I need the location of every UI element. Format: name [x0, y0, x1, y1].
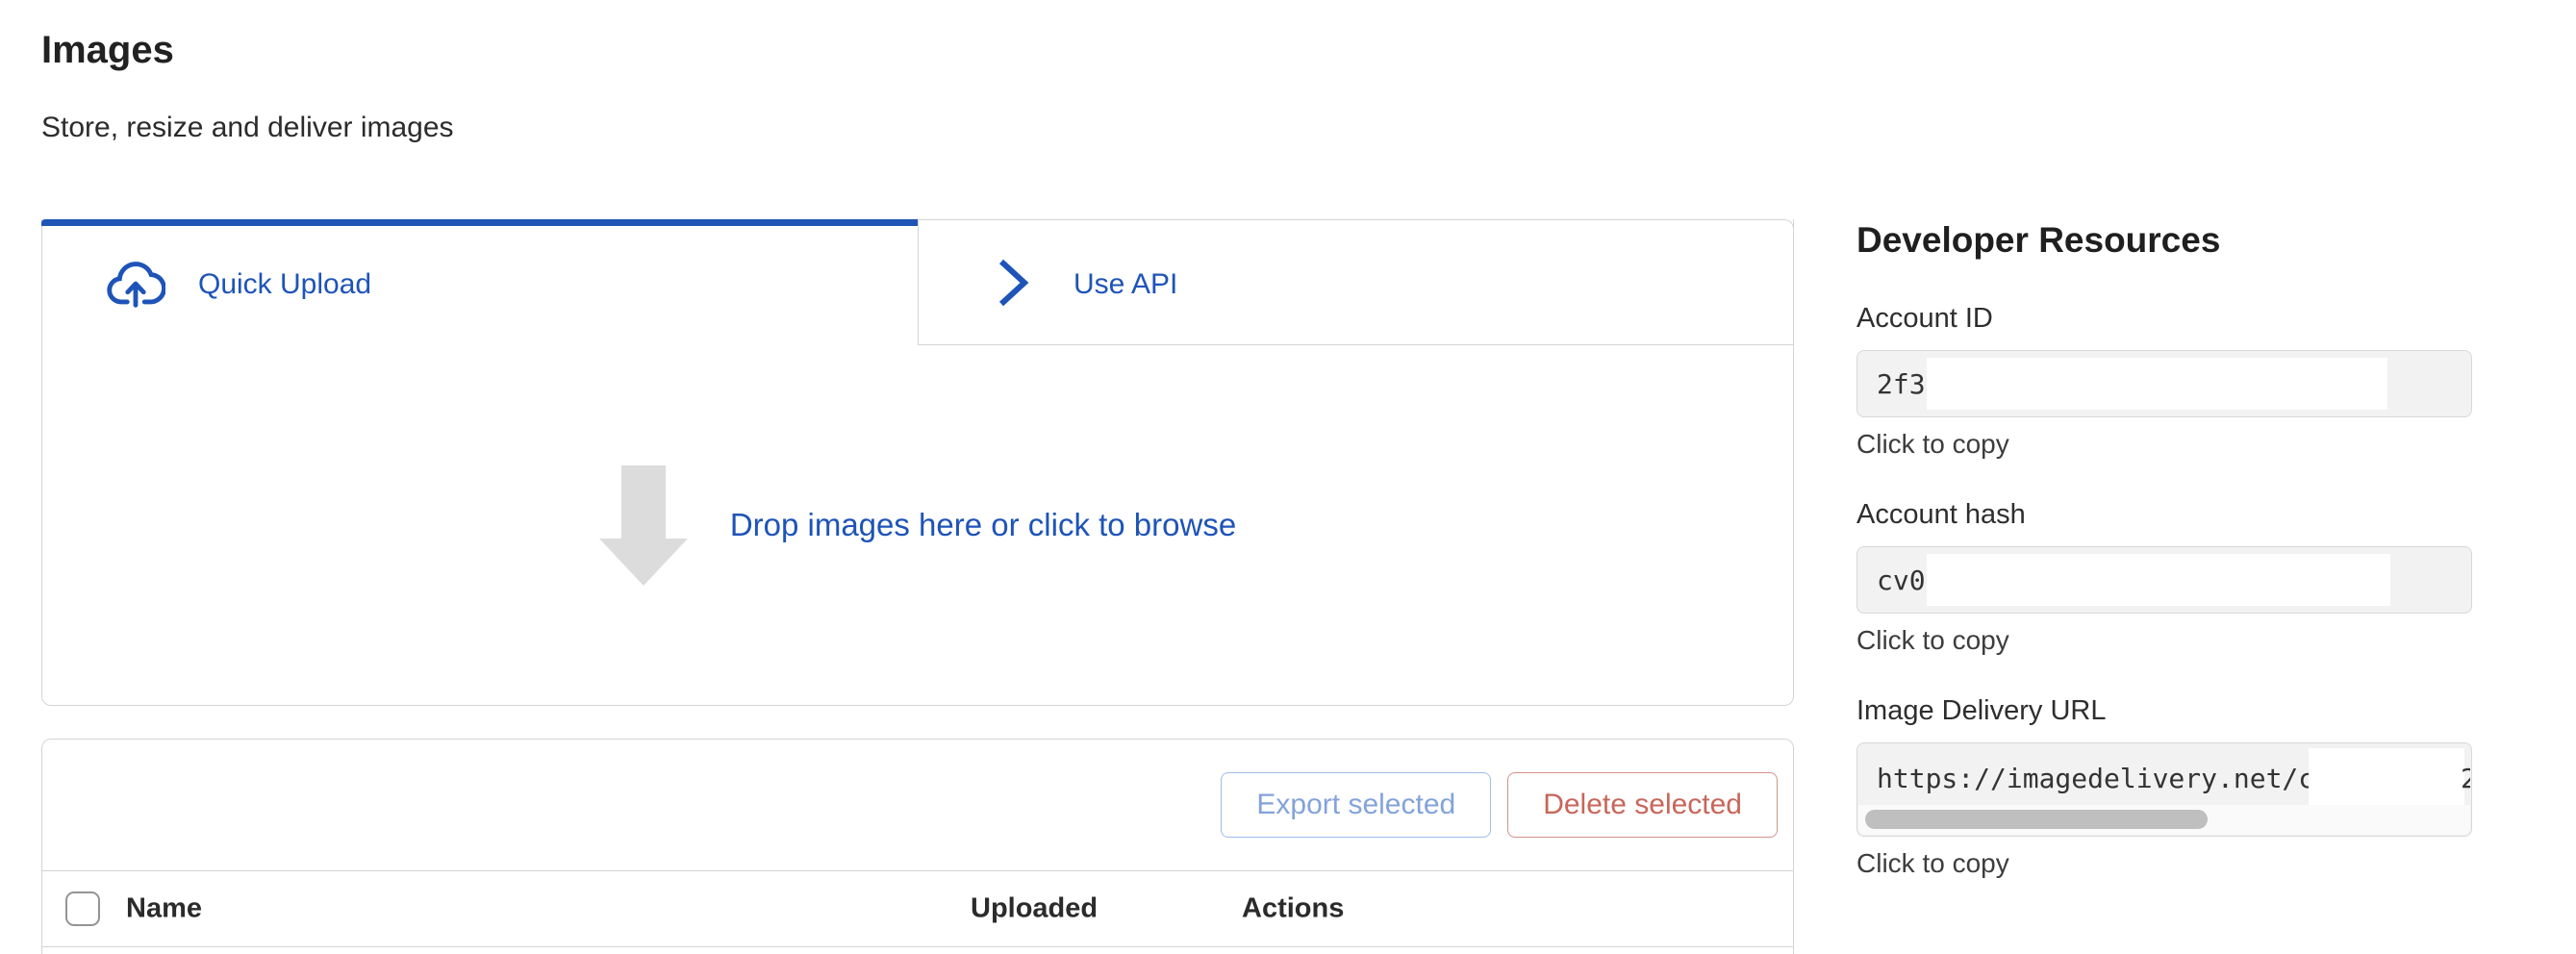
image-delivery-url-copy-hint[interactable]: Click to copy — [1856, 848, 2472, 879]
account-id-field: Account ID 2f3d Click to copy — [1856, 302, 2472, 460]
account-id-label: Account ID — [1856, 302, 2472, 335]
account-id-value-box[interactable]: 2f3d — [1856, 350, 2472, 417]
list-toolbar: Export selected Delete selected — [42, 740, 1793, 871]
account-hash-field: Account hash cv0J Click to copy — [1856, 498, 2472, 656]
cloud-upload-icon — [106, 259, 165, 311]
image-delivery-url-value-box[interactable]: https://imagedelivery.net/cv0JS 2 — [1856, 742, 2472, 837]
upload-card: Quick Upload Use API Drop images here or… — [41, 219, 1794, 706]
column-header-name: Name — [126, 893, 202, 925]
column-header-uploaded: Uploaded — [971, 893, 1098, 925]
dropzone-label: Drop images here or click to browse — [730, 507, 1236, 543]
image-delivery-url-field: Image Delivery URL https://imagedelivery… — [1856, 694, 2472, 879]
image-delivery-url-label: Image Delivery URL — [1856, 694, 2472, 727]
resources-heading: Developer Resources — [1856, 219, 2472, 262]
chevron-right-icon — [987, 255, 1037, 311]
page-subtitle: Store, resize and deliver images — [41, 112, 454, 144]
tab-use-api[interactable]: Use API — [919, 219, 1794, 345]
active-tab-indicator — [41, 219, 918, 226]
account-hash-value-box[interactable]: cv0J — [1856, 546, 2472, 614]
images-page: Images Store, resize and deliver images … — [0, 0, 2576, 954]
tab-label-use-api: Use API — [1073, 268, 1177, 301]
redaction-overlay — [1927, 554, 2390, 606]
export-selected-button[interactable]: Export selected — [1221, 772, 1491, 838]
account-id-copy-hint[interactable]: Click to copy — [1856, 429, 2472, 460]
column-header-actions: Actions — [1242, 893, 1344, 925]
tab-quick-upload[interactable]: Quick Upload — [42, 219, 919, 345]
horizontal-scrollbar-track[interactable] — [1858, 805, 2470, 835]
developer-resources-panel: Developer Resources Account ID 2f3d Clic… — [1856, 219, 2472, 879]
delete-selected-button[interactable]: Delete selected — [1507, 772, 1778, 838]
select-all-checkbox[interactable] — [65, 891, 100, 926]
clipped-character: 2 — [2461, 763, 2470, 795]
dropzone[interactable]: Drop images here or click to browse — [42, 345, 1793, 705]
redaction-overlay — [1927, 358, 2387, 410]
redaction-overlay — [2309, 748, 2464, 807]
account-hash-copy-hint[interactable]: Click to copy — [1856, 625, 2472, 656]
images-list-card: Export selected Delete selected Name Upl… — [41, 739, 1794, 954]
table-header-row: Name Uploaded Actions — [42, 871, 1793, 947]
account-hash-label: Account hash — [1856, 498, 2472, 531]
arrow-down-icon — [599, 465, 688, 586]
tab-label-quick-upload: Quick Upload — [198, 268, 371, 301]
horizontal-scrollbar-thumb[interactable] — [1865, 810, 2208, 829]
image-delivery-url-value: https://imagedelivery.net/cv0JS — [1877, 763, 2380, 794]
page-title: Images — [41, 29, 174, 72]
